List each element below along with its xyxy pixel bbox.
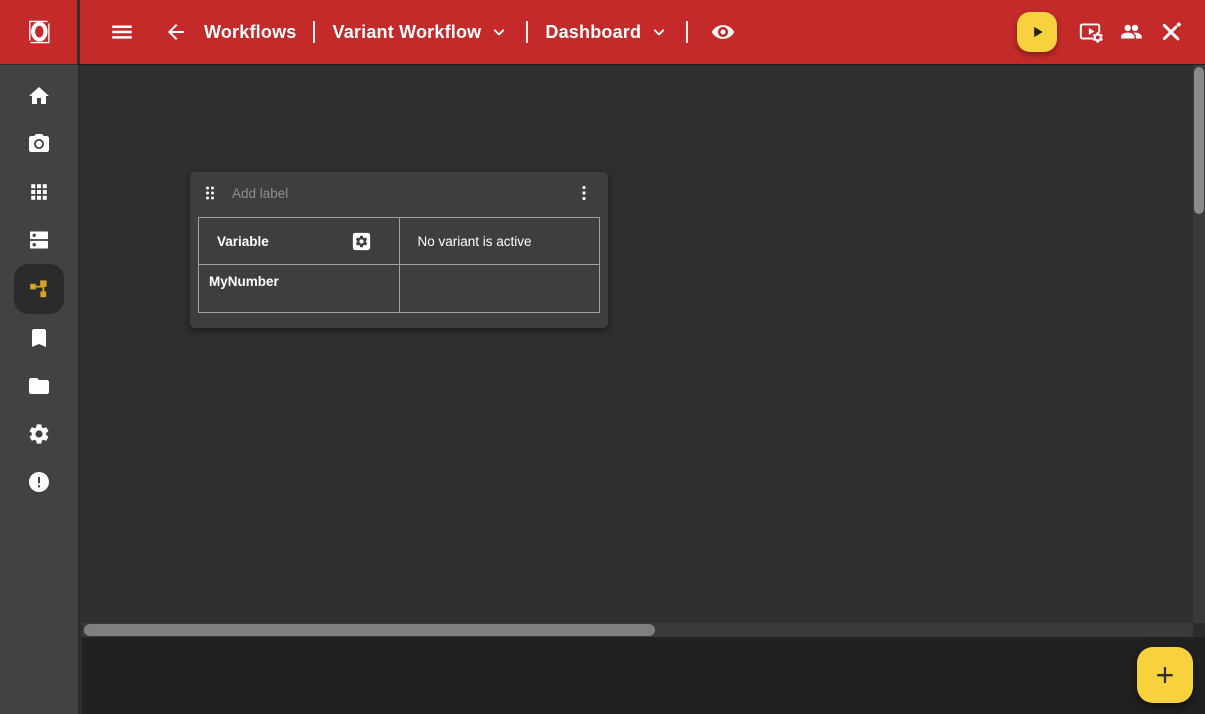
add-widget-button[interactable]: + [1137, 647, 1193, 703]
variable-table: Variable No variant is active [198, 217, 600, 313]
variable-header-label: Variable [217, 234, 269, 249]
eye-icon [710, 19, 736, 45]
horizontal-scrollbar-thumb[interactable] [84, 624, 655, 636]
more-vert-icon [574, 183, 594, 203]
back-button[interactable] [158, 14, 194, 50]
users-button[interactable] [1113, 14, 1149, 50]
error-icon [27, 470, 51, 494]
table-header-row: Variable No variant is active [199, 218, 600, 265]
preview-button[interactable] [705, 14, 741, 50]
schema-icon [27, 277, 51, 301]
dashboard-canvas[interactable]: Variable No variant is active [82, 64, 1205, 637]
play-icon [1026, 21, 1048, 43]
bookmark-icon [27, 326, 51, 350]
appbar-divider [313, 21, 315, 43]
variable-settings-button[interactable] [350, 230, 373, 253]
chevron-down-icon [649, 22, 669, 42]
workflow-selector-label: Variant Workflow [332, 22, 481, 43]
vertical-scrollbar-thumb[interactable] [1194, 67, 1204, 214]
settings-box-icon [350, 230, 373, 253]
appbar-divider [686, 21, 688, 43]
variable-value-cell[interactable] [399, 265, 600, 313]
view-selector-label: Dashboard [545, 22, 641, 43]
sidebar-item-apps[interactable] [15, 168, 63, 216]
sidebar-item-home[interactable] [15, 72, 63, 120]
app-bar: Workflows Variant Workflow Dashboard [0, 0, 1205, 64]
breadcrumb-workflows[interactable]: Workflows [204, 22, 296, 43]
folder-icon [27, 374, 51, 398]
sidebar-item-alerts[interactable] [15, 458, 63, 506]
table-row: MyNumber [199, 265, 600, 313]
menu-button[interactable] [104, 14, 140, 50]
view-selector[interactable]: Dashboard [545, 22, 669, 43]
users-icon [1118, 19, 1144, 45]
sidebar-item-workflows[interactable] [14, 264, 64, 314]
horizontal-scrollbar[interactable] [82, 623, 1193, 637]
variable-header-cell[interactable]: Variable [199, 218, 400, 265]
tools-icon [1158, 19, 1184, 45]
arrow-back-icon [164, 20, 188, 44]
vertical-scrollbar[interactable] [1193, 64, 1205, 623]
scrollbar-corner [1193, 623, 1205, 637]
dns-icon [27, 228, 51, 252]
widget-menu-button[interactable] [570, 179, 598, 207]
sidebar-item-camera[interactable] [15, 120, 63, 168]
variant-status-cell: No variant is active [399, 218, 600, 265]
sidebar-item-dns[interactable] [15, 216, 63, 264]
tools-button[interactable] [1153, 14, 1189, 50]
widget-header [190, 172, 608, 214]
sidebar-item-files[interactable] [15, 362, 63, 410]
camera-icon [27, 132, 51, 156]
home-icon [27, 84, 51, 108]
app-logo[interactable] [0, 0, 80, 64]
sidebar-item-settings[interactable] [15, 410, 63, 458]
workflow-selector[interactable]: Variant Workflow [332, 22, 509, 43]
chevron-down-icon [489, 22, 509, 42]
run-button[interactable] [1017, 12, 1057, 52]
variable-name-cell[interactable]: MyNumber [199, 265, 400, 313]
widget-label-input[interactable] [232, 186, 570, 201]
bottom-bar [82, 637, 1205, 714]
logo-icon [12, 10, 66, 54]
menu-icon [109, 19, 135, 45]
sidebar-rail [0, 64, 80, 714]
recording-settings-button[interactable] [1073, 14, 1109, 50]
appbar-divider [526, 21, 528, 43]
variable-widget-card: Variable No variant is active [190, 172, 608, 328]
gear-icon [27, 422, 51, 446]
apps-grid-icon [28, 181, 50, 203]
sidebar-item-bookmarks[interactable] [15, 314, 63, 362]
drag-handle-icon[interactable] [200, 183, 220, 203]
recording-settings-icon [1078, 19, 1104, 45]
